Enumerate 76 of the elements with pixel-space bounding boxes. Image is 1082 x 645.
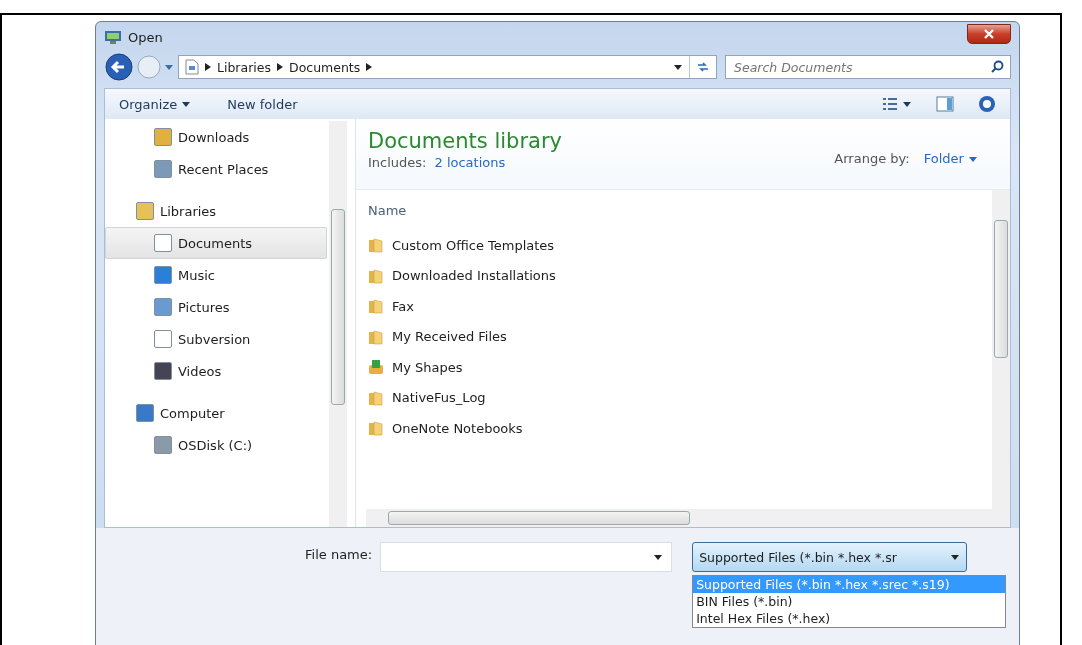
new-folder-button[interactable]: New folder xyxy=(227,96,298,112)
arrange-dropdown[interactable]: Folder xyxy=(923,151,978,166)
nav-item[interactable]: Subversion xyxy=(105,323,327,355)
folder-icon xyxy=(368,237,384,254)
breadcrumb[interactable]: Documents xyxy=(289,59,361,75)
file-row[interactable]: NativeFus_Log xyxy=(356,382,992,413)
includes-label: Includes: xyxy=(368,155,427,170)
scrollbar[interactable] xyxy=(329,121,347,527)
folder-icon xyxy=(368,328,384,345)
folder-icon xyxy=(368,267,384,284)
search-icon xyxy=(991,60,1004,73)
window-icon xyxy=(104,29,122,45)
file-row[interactable]: OneNote Notebooks xyxy=(356,413,992,444)
column-header[interactable]: Name xyxy=(368,202,407,218)
nav-icon xyxy=(154,266,172,284)
scroll-thumb[interactable] xyxy=(331,209,345,405)
organize-button[interactable]: Organize xyxy=(119,96,178,112)
scroll-thumb[interactable] xyxy=(388,511,690,525)
nav-item[interactable]: Videos xyxy=(105,355,327,387)
dropdown-option[interactable]: BIN Files (*.bin) xyxy=(693,593,1006,610)
preview-pane-icon[interactable] xyxy=(936,96,954,112)
nav-item[interactable]: Downloads xyxy=(105,121,327,153)
nav-icon xyxy=(154,160,172,178)
scrollbar[interactable] xyxy=(992,190,1010,509)
file-name-field[interactable] xyxy=(380,542,673,572)
nav-item[interactable]: Pictures xyxy=(105,291,327,323)
nav-icon xyxy=(154,436,172,454)
back-icon[interactable] xyxy=(104,52,134,82)
window-title: Open xyxy=(128,29,163,45)
address-bar[interactable]: Libraries Documents xyxy=(178,55,717,79)
shapes-icon xyxy=(368,359,384,376)
file-row[interactable]: Downloaded Installations xyxy=(356,260,992,291)
scroll-thumb[interactable] xyxy=(994,220,1008,358)
close-icon xyxy=(983,29,995,39)
caret-icon xyxy=(653,553,664,561)
nav-icon xyxy=(136,404,154,422)
nav-icon xyxy=(154,298,172,316)
breadcrumb[interactable]: Libraries xyxy=(217,59,271,75)
folder-icon xyxy=(368,298,384,315)
nav-item[interactable]: Libraries xyxy=(105,195,327,227)
view-options-icon[interactable] xyxy=(882,97,898,111)
file-type-dropdown[interactable]: Supported Files (*.bin *.hex *.sr xyxy=(692,542,968,572)
chevron-icon[interactable] xyxy=(277,63,283,71)
nav-icon xyxy=(136,202,154,220)
chevron-icon[interactable] xyxy=(366,63,373,71)
document-icon xyxy=(185,59,199,75)
nav-item[interactable]: OSDisk (C:) xyxy=(105,429,327,461)
refresh-icon xyxy=(696,61,710,73)
folder-icon xyxy=(368,389,384,406)
file-name-label: File name: xyxy=(305,547,373,562)
file-row[interactable]: Fax xyxy=(356,291,992,322)
caret-icon[interactable] xyxy=(673,63,683,71)
caret-icon[interactable] xyxy=(902,100,912,108)
locations-link[interactable]: 2 locations xyxy=(434,155,506,170)
search-field[interactable]: Search Documents xyxy=(725,55,1011,79)
caret-icon xyxy=(950,553,961,561)
nav-icon xyxy=(154,330,172,348)
horizontal-scrollbar[interactable] xyxy=(366,509,1010,527)
file-row[interactable]: My Received Files xyxy=(356,321,992,352)
dropdown-option[interactable]: Intel Hex Files (*.hex) xyxy=(693,610,1006,627)
library-title: Documents library xyxy=(368,129,562,153)
nav-item[interactable]: Documents xyxy=(105,227,327,259)
close-button[interactable] xyxy=(967,24,1011,44)
nav-icon xyxy=(154,234,172,252)
file-row[interactable]: Custom Office Templates xyxy=(356,230,992,261)
nav-item[interactable]: Music xyxy=(105,259,327,291)
caret-icon[interactable] xyxy=(181,100,192,108)
chevron-icon[interactable] xyxy=(205,63,211,71)
nav-item[interactable]: Computer xyxy=(105,397,327,429)
caret-icon xyxy=(968,155,978,163)
file-row[interactable]: My Shapes xyxy=(356,352,992,383)
nav-item[interactable]: Recent Places xyxy=(105,153,327,185)
arrange-label: Arrange by: xyxy=(834,151,910,166)
nav-icon xyxy=(154,362,172,380)
nav-icon xyxy=(154,128,172,146)
folder-icon xyxy=(368,420,384,437)
